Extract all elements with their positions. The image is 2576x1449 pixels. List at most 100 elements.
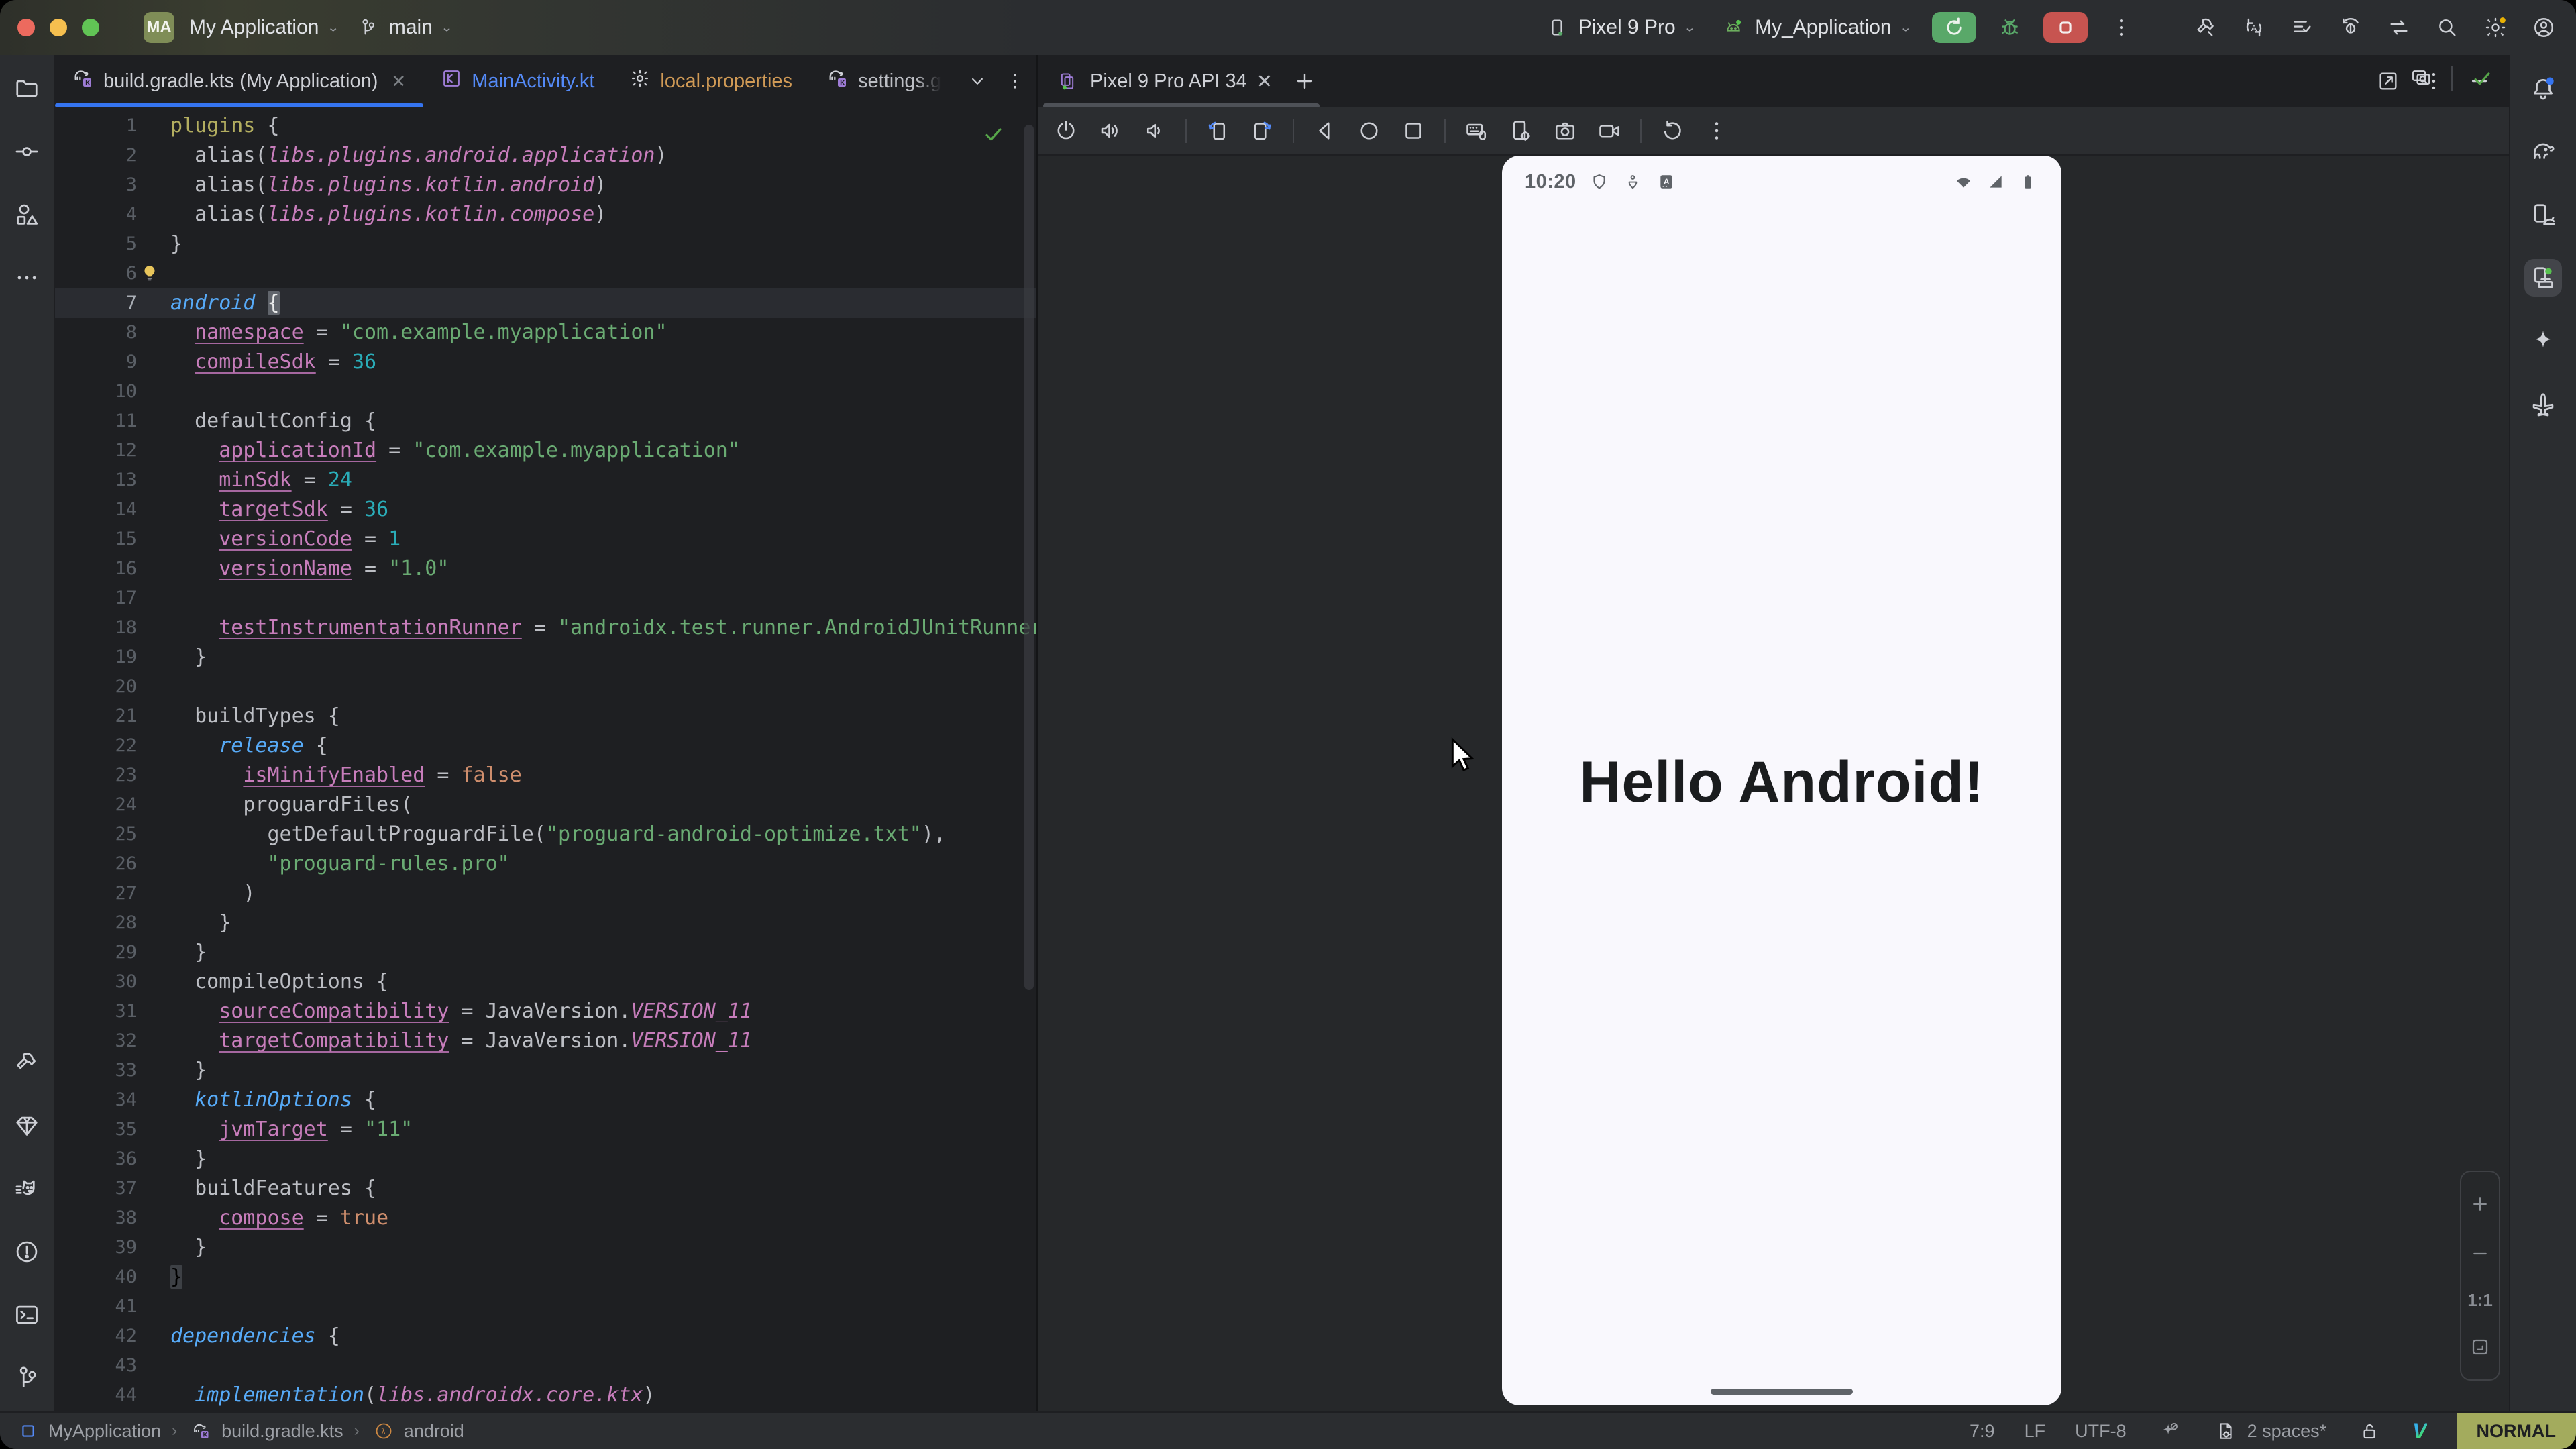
sync-a-icon[interactable]: A bbox=[2241, 14, 2267, 41]
code-line-29[interactable]: 29 } bbox=[55, 938, 1036, 967]
code-line-3[interactable]: 3 alias(libs.plugins.kotlin.android) bbox=[55, 170, 1036, 200]
editor-tab-local.properties[interactable]: local.properties bbox=[612, 55, 810, 107]
line-number[interactable]: 30 bbox=[55, 967, 137, 997]
bug-reload-icon[interactable] bbox=[2337, 14, 2364, 41]
line-number[interactable]: 38 bbox=[55, 1203, 137, 1233]
code-line-31[interactable]: 31 sourceCompatibility = JavaVersion.VER… bbox=[55, 997, 1036, 1026]
code-line-16[interactable]: 16 versionName = "1.0" bbox=[55, 554, 1036, 584]
code-line-26[interactable]: 26 "proguard-rules.pro" bbox=[55, 849, 1036, 879]
line-number[interactable]: 24 bbox=[55, 790, 137, 820]
rotate-left-icon[interactable] bbox=[1204, 117, 1231, 144]
profile-icon[interactable] bbox=[2530, 14, 2557, 41]
zoom-window-button[interactable] bbox=[82, 19, 99, 36]
code-line-40[interactable]: 40} bbox=[55, 1263, 1036, 1292]
ideavim-icon[interactable]: V bbox=[2412, 1419, 2426, 1444]
code-line-12[interactable]: 12 applicationId = "com.example.myapplic… bbox=[55, 436, 1036, 466]
line-number[interactable]: 33 bbox=[55, 1056, 137, 1085]
code-line-14[interactable]: 14 targetSdk = 36 bbox=[55, 495, 1036, 525]
code-line-20[interactable]: 20 bbox=[55, 672, 1036, 702]
code-line-24[interactable]: 24 proguardFiles( bbox=[55, 790, 1036, 820]
wifi-icon[interactable] bbox=[1950, 168, 1977, 195]
line-number[interactable]: 17 bbox=[55, 584, 137, 613]
code-line-7[interactable]: 7android { bbox=[55, 288, 1036, 318]
power-icon[interactable] bbox=[1053, 117, 1079, 144]
inspections-ok-icon[interactable] bbox=[980, 121, 1007, 148]
open-in-new-icon[interactable] bbox=[2375, 68, 2402, 95]
breadcrumb-android[interactable]: λandroid bbox=[370, 1417, 464, 1444]
problems-icon[interactable] bbox=[8, 1233, 46, 1271]
profiler-icon[interactable] bbox=[2289, 14, 2316, 41]
gradle-elephant-icon[interactable] bbox=[2524, 133, 2562, 170]
run-config-selector[interactable]: My_Application ⌄ bbox=[1720, 14, 1912, 41]
code-line-30[interactable]: 30 compileOptions { bbox=[55, 967, 1036, 997]
code-line-17[interactable]: 17 bbox=[55, 584, 1036, 613]
code-line-15[interactable]: 15 versionCode = 1 bbox=[55, 525, 1036, 554]
editor-tab-build.gradle.kts[interactable]: Kbuild.gradle.kts (My Application)✕ bbox=[55, 55, 423, 107]
editor-tab-settings.g[interactable]: Ksettings.g bbox=[810, 55, 959, 107]
line-number[interactable]: 13 bbox=[55, 466, 137, 495]
more-vertical-icon[interactable] bbox=[1703, 117, 1730, 144]
code-line-22[interactable]: 22 release { bbox=[55, 731, 1036, 761]
resource-shapes-icon[interactable] bbox=[8, 196, 46, 233]
gemini-gem-icon[interactable] bbox=[8, 1107, 46, 1144]
virtual-controls-icon[interactable] bbox=[1463, 117, 1490, 144]
line-number[interactable]: 19 bbox=[55, 643, 137, 672]
version-branch-icon[interactable] bbox=[8, 1359, 46, 1397]
code-line-4[interactable]: 4 alias(libs.plugins.kotlin.compose) bbox=[55, 200, 1036, 229]
code-line-34[interactable]: 34 kotlinOptions { bbox=[55, 1085, 1036, 1115]
code-line-11[interactable]: 11 defaultConfig { bbox=[55, 407, 1036, 436]
volume-up-icon[interactable] bbox=[1097, 117, 1124, 144]
screen-record-icon[interactable] bbox=[1596, 117, 1623, 144]
line-number[interactable]: 14 bbox=[55, 495, 137, 525]
line-number[interactable]: 18 bbox=[55, 613, 137, 643]
rerun-app-button[interactable] bbox=[1932, 12, 1976, 43]
back-icon[interactable] bbox=[1311, 117, 1338, 144]
logcat-cat-icon[interactable] bbox=[8, 1170, 46, 1208]
line-number[interactable]: 39 bbox=[55, 1233, 137, 1263]
line-number[interactable]: 20 bbox=[55, 672, 137, 702]
chevron-down-icon[interactable] bbox=[959, 55, 996, 107]
commit-icon[interactable] bbox=[8, 133, 46, 170]
line-number[interactable]: 7 bbox=[55, 288, 137, 318]
device-manager-icon[interactable] bbox=[2524, 196, 2562, 233]
line-number[interactable]: 31 bbox=[55, 997, 137, 1026]
line-number[interactable]: 34 bbox=[55, 1085, 137, 1115]
code-line-44[interactable]: 44 implementation(libs.androidx.core.ktx… bbox=[55, 1381, 1036, 1410]
zoom-out-button[interactable] bbox=[2467, 1240, 2493, 1267]
gesture-navigation-pill[interactable] bbox=[1711, 1389, 1853, 1395]
running-devices-tab[interactable]: Pixel 9 Pro API 34 ✕ bbox=[1038, 55, 1285, 107]
line-number[interactable]: 6 bbox=[55, 259, 137, 288]
search-icon[interactable] bbox=[2434, 14, 2461, 41]
code-line-1[interactable]: 1plugins { bbox=[55, 111, 1036, 141]
running-devices-icon[interactable] bbox=[2524, 259, 2562, 297]
volume-down-icon[interactable] bbox=[1141, 117, 1168, 144]
code-line-2[interactable]: 2 alias(libs.plugins.android.application… bbox=[55, 141, 1036, 170]
shield-icon[interactable] bbox=[1586, 168, 1613, 195]
build-hammer-icon[interactable] bbox=[8, 1044, 46, 1081]
code-line-8[interactable]: 8 namespace = "com.example.myapplication… bbox=[55, 318, 1036, 347]
code-line-18[interactable]: 18 testInstrumentationRunner = "androidx… bbox=[55, 613, 1036, 643]
line-separator-widget[interactable]: LF bbox=[2025, 1421, 2046, 1442]
ui-check-icon[interactable] bbox=[2408, 65, 2435, 92]
rotate-right-icon[interactable] bbox=[1248, 117, 1275, 144]
run-more-options-button[interactable] bbox=[2108, 14, 2135, 41]
code-line-35[interactable]: 35 jvmTarget = "11" bbox=[55, 1115, 1036, 1144]
line-number[interactable]: 8 bbox=[55, 318, 137, 347]
line-number[interactable]: 10 bbox=[55, 377, 137, 407]
code-line-9[interactable]: 9 compileSdk = 36 bbox=[55, 347, 1036, 377]
code-line-21[interactable]: 21 buildTypes { bbox=[55, 702, 1036, 731]
editor-scrollbar[interactable] bbox=[1024, 125, 1034, 990]
editor-tab-MainActivity.kt[interactable]: MainActivity.kt bbox=[423, 55, 612, 107]
home-icon[interactable] bbox=[1356, 117, 1383, 144]
code-line-23[interactable]: 23 isMinifyEnabled = false bbox=[55, 761, 1036, 790]
breadcrumb-MyApplication[interactable]: MyApplication bbox=[15, 1417, 161, 1444]
battery-icon[interactable] bbox=[2015, 168, 2041, 195]
line-number[interactable]: 42 bbox=[55, 1322, 137, 1351]
line-number[interactable]: 27 bbox=[55, 879, 137, 908]
zoom-in-button[interactable] bbox=[2467, 1191, 2493, 1218]
vcs-branch-widget[interactable]: main ⌄ bbox=[354, 14, 453, 41]
code-line-36[interactable]: 36 } bbox=[55, 1144, 1036, 1174]
code-line-42[interactable]: 42dependencies { bbox=[55, 1322, 1036, 1351]
debug-app-button[interactable] bbox=[1996, 14, 2023, 41]
project-widget[interactable]: My Application ⌄ bbox=[189, 16, 339, 39]
